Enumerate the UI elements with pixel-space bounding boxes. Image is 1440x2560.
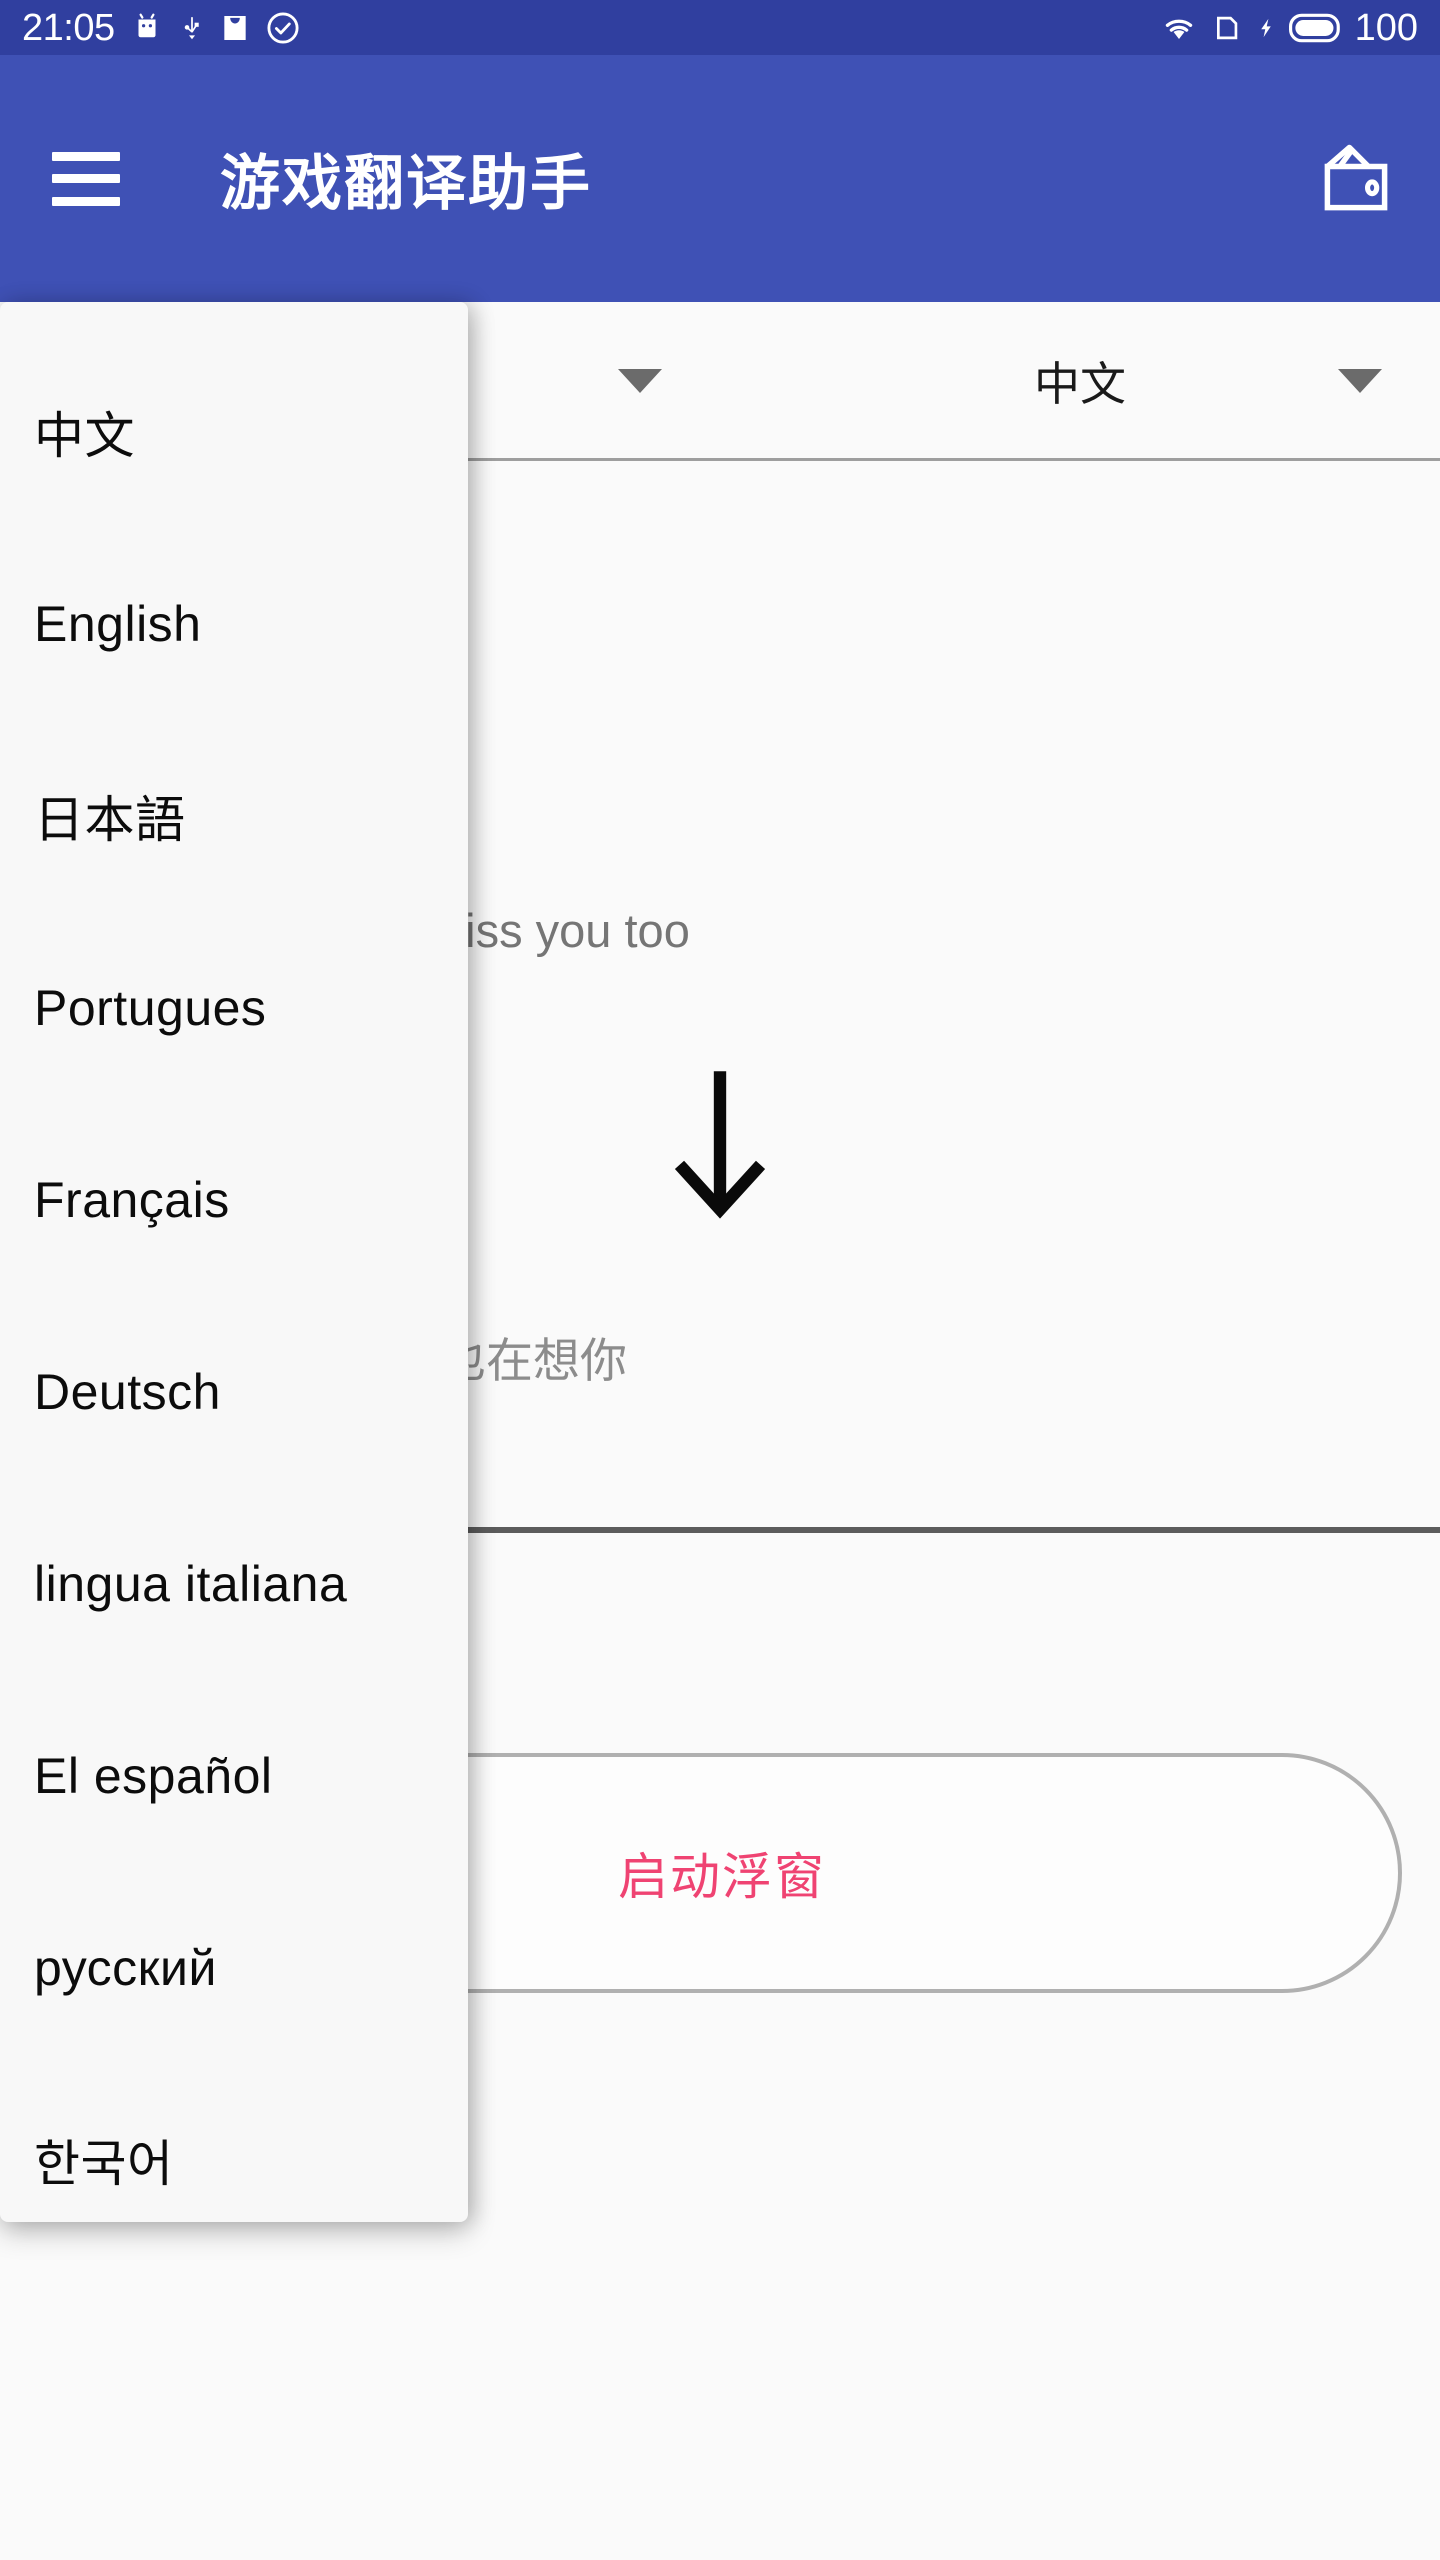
charging-bolt-icon	[1255, 10, 1277, 46]
drawer-item-label: El español	[34, 1748, 273, 1804]
target-language-selector[interactable]: 中文	[720, 302, 1440, 460]
drawer-item-german[interactable]: Deutsch	[0, 1296, 468, 1488]
usb-icon	[179, 10, 205, 46]
drawer-item-spanish[interactable]: El español	[0, 1680, 468, 1872]
hamburger-bar-1	[52, 151, 120, 161]
drawer-item-chinese[interactable]: 中文	[0, 336, 468, 528]
drawer-item-portuguese[interactable]: Portugues	[0, 912, 468, 1104]
chevron-down-icon	[618, 369, 662, 393]
hamburger-bar-3	[52, 196, 120, 206]
drawer-item-label: 日本語	[34, 792, 186, 848]
status-bar: 21:05 100	[0, 0, 1440, 55]
drawer-item-label: Deutsch	[34, 1364, 221, 1420]
wallet-icon[interactable]	[1310, 133, 1402, 225]
drawer-item-label: русский	[34, 1940, 217, 1996]
status-bar-clock: 21:05	[22, 6, 115, 49]
drawer-item-label: 中文	[34, 408, 135, 464]
status-bar-left: 21:05	[22, 9, 301, 47]
sim-card-icon	[1211, 10, 1243, 46]
drawer-item-label: lingua italiana	[34, 1556, 348, 1612]
drawer-item-korean[interactable]: 한국어	[0, 2064, 468, 2222]
battery-percentage: 100	[1354, 6, 1418, 49]
start-floating-window-label: 启动浮窗	[618, 1849, 826, 1905]
navigation-drawer: 中文 English 日本語 Portugues Français Deutsc…	[0, 302, 468, 2222]
drawer-item-french[interactable]: Français	[0, 1104, 468, 1296]
android-debug-icon	[129, 11, 165, 45]
hamburger-menu-icon[interactable]	[52, 151, 120, 206]
chevron-down-icon	[1338, 369, 1382, 393]
download-tray-icon	[219, 11, 251, 45]
drawer-item-label: Français	[34, 1172, 230, 1228]
drawer-item-italian[interactable]: lingua italiana	[0, 1488, 468, 1680]
drawer-item-russian[interactable]: русский	[0, 1872, 468, 2064]
status-bar-right: 100	[1159, 9, 1418, 47]
drawer-item-japanese[interactable]: 日本語	[0, 720, 468, 912]
wifi-icon	[1159, 10, 1199, 46]
drawer-item-label: English	[34, 596, 202, 652]
app-bar: 游戏翻译助手	[0, 55, 1440, 302]
check-circle-icon	[265, 10, 301, 46]
battery-icon	[1288, 12, 1343, 44]
drawer-item-english[interactable]: English	[0, 528, 468, 720]
drawer-item-label: Portugues	[34, 980, 267, 1036]
app-title: 游戏翻译助手	[220, 150, 592, 217]
hamburger-bar-2	[52, 174, 120, 183]
phone-screen: 21:05 100 游戏翻译助手 中文 miss you too 启动浮窗 中文…	[0, 0, 1440, 2560]
drawer-item-label: 한국어	[34, 2136, 174, 2192]
target-language-label: 中文	[1034, 358, 1126, 410]
